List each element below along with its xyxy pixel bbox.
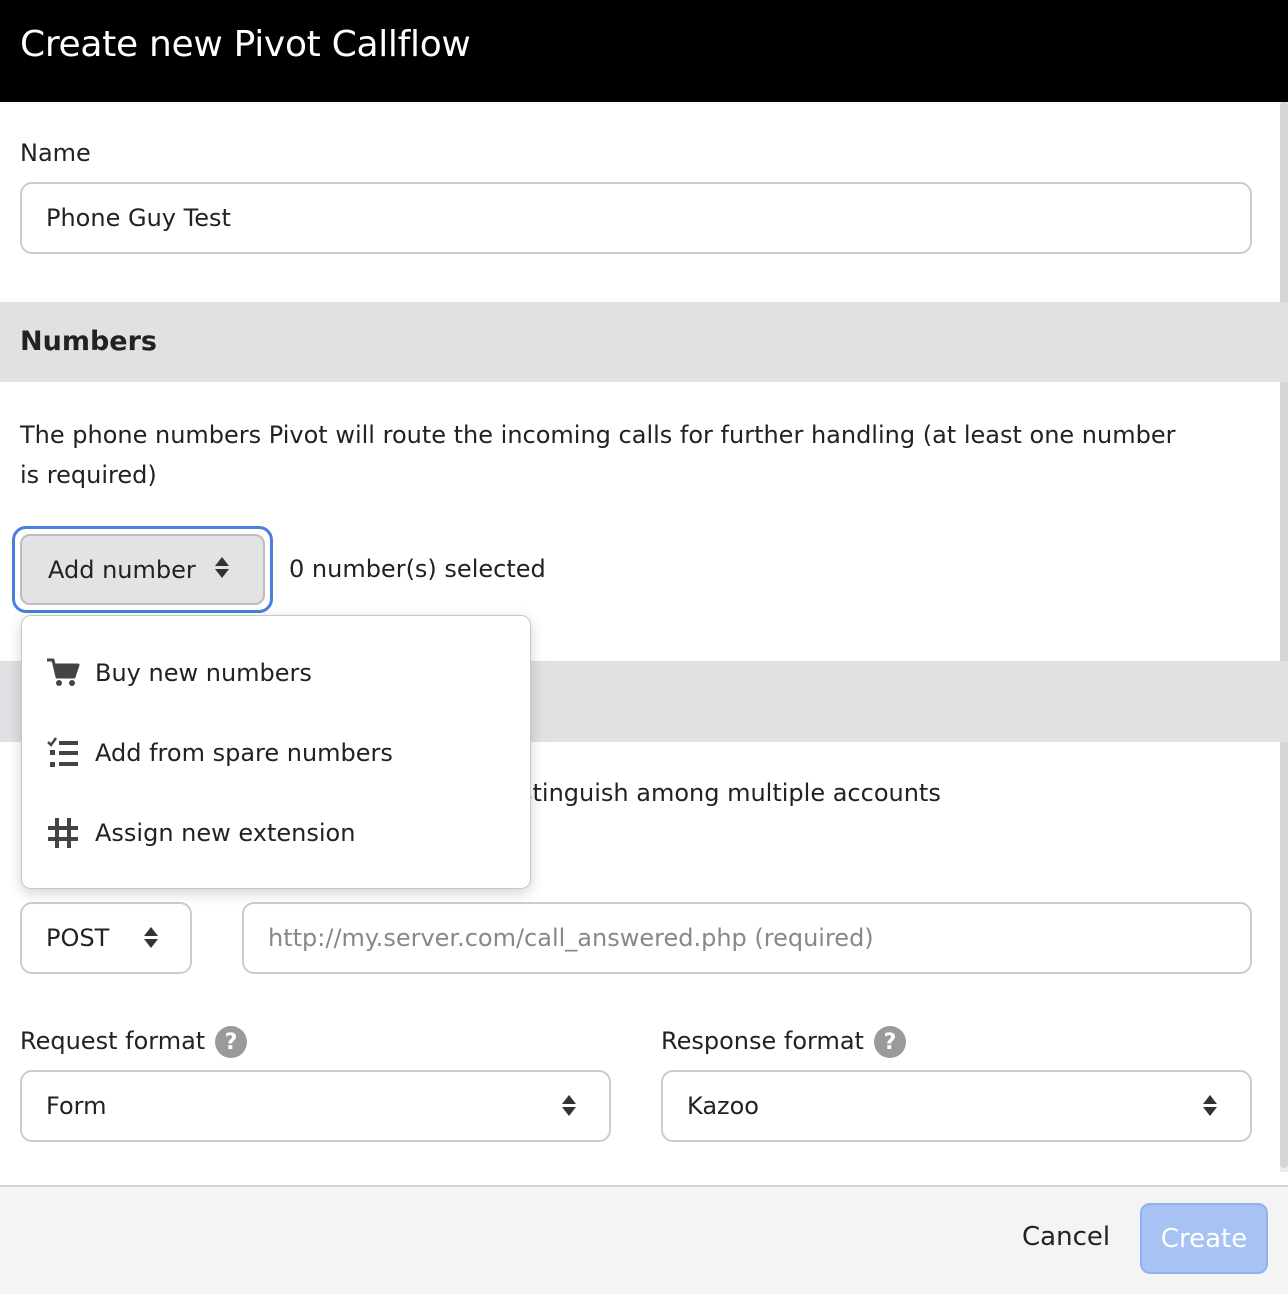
request-format-value: Form [46, 1092, 107, 1120]
selected-count: 0 number(s) selected [289, 555, 546, 583]
add-number-button[interactable]: Add number [20, 534, 265, 605]
name-input-value: Phone Guy Test [46, 204, 231, 232]
menu-item-add-from-spare[interactable]: Add from spare numbers [22, 718, 530, 788]
numbers-description: The phone numbers Pivot will route the i… [20, 421, 1176, 489]
method-select[interactable]: POST [20, 902, 192, 974]
create-button-label: Create [1160, 1223, 1248, 1254]
cart-icon [46, 656, 80, 690]
url-input[interactable]: http://my.server.com/call_answered.php (… [242, 902, 1252, 974]
add-number-label: Add number [48, 555, 196, 584]
name-label: Name [20, 139, 91, 167]
url-input-placeholder: http://my.server.com/call_answered.php (… [268, 924, 874, 952]
add-number-dropdown: Buy new numbers Add from spare numbers A… [21, 615, 531, 889]
menu-item-label: Add from spare numbers [95, 739, 393, 767]
checklist-icon [46, 736, 80, 770]
request-format-label: Request format [20, 1027, 206, 1055]
numbers-section-title: Numbers [20, 326, 157, 357]
help-icon[interactable]: ? [215, 1026, 247, 1058]
response-format-select[interactable]: Kazoo [661, 1070, 1252, 1142]
name-input[interactable]: Phone Guy Test [20, 182, 1252, 254]
menu-item-buy-new-numbers[interactable]: Buy new numbers [22, 638, 530, 708]
method-select-value: POST [46, 924, 110, 952]
updown-arrows-icon [215, 557, 229, 578]
cancel-button[interactable]: Cancel [1022, 1222, 1110, 1252]
request-format-select[interactable]: Form [20, 1070, 611, 1142]
menu-item-label: Buy new numbers [95, 659, 312, 687]
create-button[interactable]: Create [1140, 1203, 1268, 1274]
hash-icon [46, 816, 80, 850]
updown-arrows-icon [1203, 1095, 1217, 1116]
modal-header: Create new Pivot Callflow [0, 0, 1288, 102]
updown-arrows-icon [144, 927, 158, 948]
help-icon[interactable]: ? [874, 1026, 906, 1058]
hidden-section-description: stinguish among multiple accounts [520, 779, 941, 807]
updown-arrows-icon [562, 1095, 576, 1116]
menu-item-label: Assign new extension [95, 819, 356, 847]
response-format-value: Kazoo [687, 1092, 759, 1120]
numbers-section-header: Numbers [0, 302, 1288, 382]
modal-title: Create new Pivot Callflow [20, 24, 471, 65]
menu-item-assign-extension[interactable]: Assign new extension [22, 798, 530, 868]
scrollbar-thumb[interactable] [1280, 102, 1288, 1168]
response-format-label: Response format [661, 1027, 864, 1055]
